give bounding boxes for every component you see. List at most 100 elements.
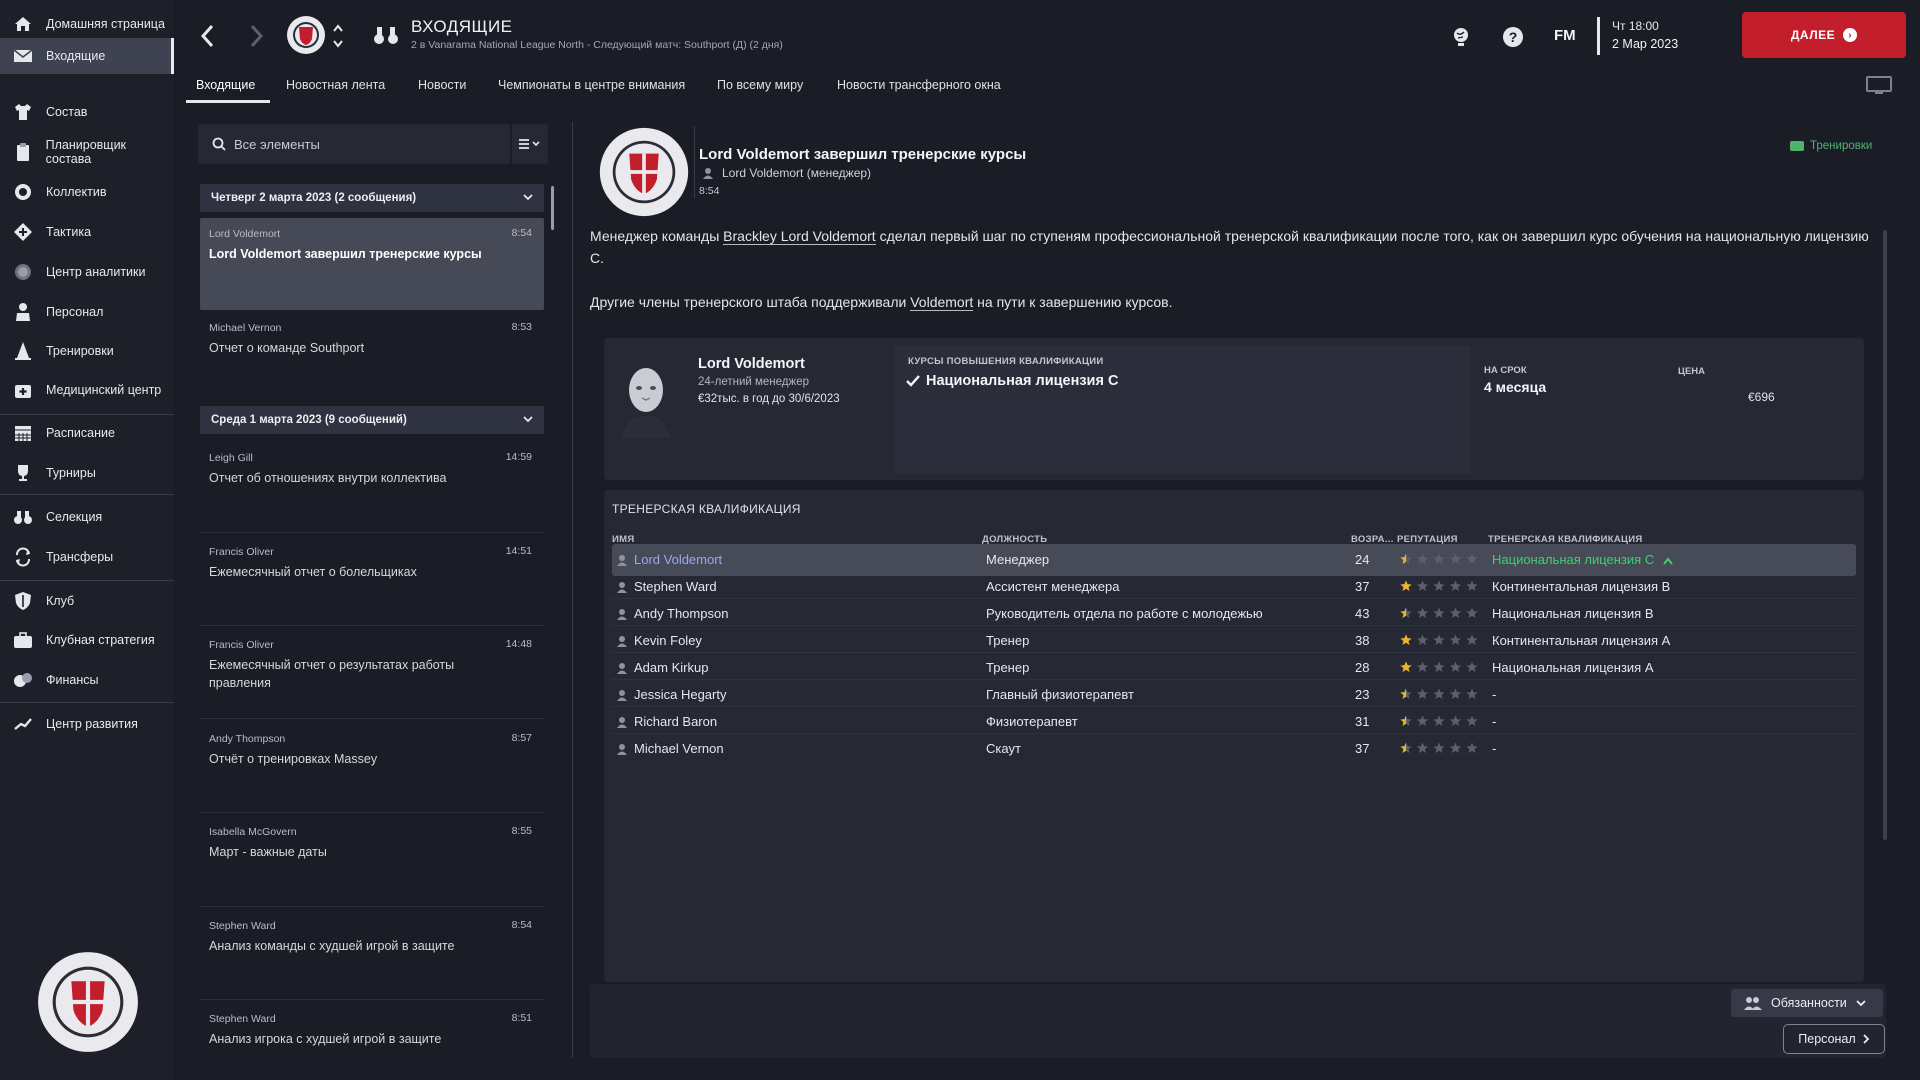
sidebar-item-label: Расписание — [46, 426, 115, 440]
search-box[interactable] — [198, 124, 510, 164]
position-cell: Руководитель отдела по работе с молодежь… — [986, 606, 1263, 621]
message-item[interactable]: Stephen Ward 8:54 Анализ команды с худше… — [200, 910, 544, 984]
message-list-scrollbar[interactable] — [551, 186, 554, 230]
sidebar-item-inbox[interactable]: Входящие — [0, 38, 174, 74]
message-item[interactable]: Isabella McGovern 8:55 Март - важные дат… — [200, 816, 544, 890]
staff-name-cell[interactable]: Adam Kirkup — [634, 660, 708, 675]
back-arrow-icon[interactable] — [198, 22, 218, 50]
detail-scrollbar[interactable] — [1883, 230, 1887, 840]
message-item[interactable]: Francis Oliver 14:51 Ежемесячный отчет о… — [200, 536, 544, 610]
position-cell: Тренер — [986, 633, 1030, 648]
star-icon — [1416, 715, 1429, 726]
sidebar-item-club-vision[interactable]: Клубная стратегия — [0, 622, 174, 658]
tab-inbox[interactable]: Входящие — [196, 78, 255, 92]
age-cell: 38 — [1355, 633, 1370, 648]
tab-around-world[interactable]: По всему миру — [717, 78, 803, 92]
message-subject: Март - важные даты — [209, 845, 327, 859]
tab-transfer-news[interactable]: Новости трансферного окна — [837, 78, 1001, 92]
training-cone-icon — [0, 341, 46, 361]
star-icon — [1433, 607, 1445, 618]
sidebar-item-training[interactable]: Тренировки — [0, 333, 174, 369]
person-icon — [617, 636, 627, 647]
search-input[interactable] — [234, 136, 484, 152]
qualification-text: - — [1492, 741, 1497, 756]
staff-name-cell[interactable]: Kevin Foley — [634, 633, 702, 648]
table-row[interactable]: Michael Vernon Скаут 37 - — [612, 733, 1856, 765]
sidebar-item-scouting[interactable]: Селекция — [0, 499, 174, 535]
sidebar-item-home[interactable]: Домашняя страница — [0, 6, 174, 42]
list-options-button[interactable] — [512, 124, 548, 164]
trophy-icon — [0, 463, 46, 483]
manager-link[interactable]: Brackley Lord Voldemort — [723, 228, 876, 245]
sidebar-item-medical[interactable]: Медицинский центр — [0, 372, 174, 408]
continue-button[interactable]: ДАЛЕЕ › — [1742, 12, 1906, 58]
message-item[interactable]: Michael Vernon 8:53 Отчет о команде Sout… — [200, 312, 544, 388]
game-time: Чт 18:00 — [1612, 19, 1659, 33]
course-info-box: КУРСЫ ПОВЫШЕНИЯ КВАЛИФИКАЦИИ Национальна… — [894, 346, 1470, 474]
tab-news-feed[interactable]: Новостная лента — [286, 78, 385, 92]
message-item[interactable]: Leigh Gill 14:59 Отчет об отношениях вну… — [200, 442, 544, 516]
sidebar-item-development[interactable]: Центр развития — [0, 706, 174, 742]
age-cell: 28 — [1355, 660, 1370, 675]
staff-name-cell[interactable]: Andy Thompson — [634, 606, 728, 621]
message-item[interactable]: Andy Thompson 8:57 Отчёт о тренировках M… — [200, 723, 544, 797]
star-icon — [1400, 715, 1412, 726]
manager-portrait[interactable] — [618, 360, 674, 438]
world-icon[interactable] — [1450, 26, 1472, 48]
qualification-cell: - — [1492, 687, 1496, 702]
message-item[interactable]: Lord Voldemort 8:54 Lord Voldemort завер… — [200, 218, 544, 310]
manager-link[interactable]: Voldemort — [910, 294, 974, 311]
message-group-header[interactable]: Четверг 2 марта 2023 (2 сообщения) — [200, 184, 544, 212]
tab-news[interactable]: Новости — [418, 78, 466, 92]
help-icon[interactable]: ? — [1502, 26, 1524, 48]
message-time: 8:53 — [511, 321, 532, 333]
staff-name-cell[interactable]: Jessica Hegarty — [634, 687, 726, 702]
header-divider — [1597, 17, 1600, 55]
forward-arrow-icon[interactable] — [246, 22, 266, 50]
star-icon — [1416, 553, 1429, 564]
group-header-label: Среда 1 марта 2023 (9 сообщений) — [211, 414, 407, 426]
staff-name-cell[interactable]: Michael Vernon — [634, 741, 724, 756]
sidebar-item-competitions[interactable]: Турниры — [0, 455, 174, 491]
age-cell: 37 — [1355, 579, 1370, 594]
staff-name[interactable]: Lord Voldemort — [698, 356, 805, 372]
people-icon — [1744, 997, 1762, 1010]
monitor-icon[interactable] — [1866, 76, 1892, 96]
staff-button[interactable]: Персонал — [1783, 1024, 1885, 1054]
message-item[interactable]: Stephen Ward 8:51 Анализ игрока с худшей… — [200, 1003, 544, 1077]
sidebar-item-dynamics[interactable]: Коллектив — [0, 174, 174, 210]
sidebar-item-finances[interactable]: Финансы — [0, 662, 174, 698]
message-author[interactable]: Lord Voldemort (менеджер) — [722, 166, 871, 180]
tab-leagues-spotlight[interactable]: Чемпионаты в центре внимания — [498, 78, 685, 92]
sidebar-item-label: Планировщик состава — [45, 138, 127, 166]
qualifications-title: ТРЕНЕРСКАЯ КВАЛИФИКАЦИЯ — [612, 502, 801, 516]
duties-button[interactable]: Обязанности — [1731, 989, 1883, 1017]
club-switch-chevrons-icon[interactable] — [332, 22, 344, 50]
sidebar-item-squad-planner[interactable]: Планировщик состава — [0, 134, 174, 170]
staff-name-cell[interactable]: Lord Voldemort — [634, 552, 722, 567]
nav-divider — [0, 702, 174, 703]
sidebar-item-analytics[interactable]: Центр аналитики — [0, 254, 174, 290]
message-subject: Анализ команды с худшей игрой в защите — [209, 939, 455, 953]
club-crest-icon[interactable] — [286, 15, 326, 55]
fm-logo[interactable]: FM — [1554, 27, 1576, 44]
sidebar-item-club[interactable]: Клуб — [0, 583, 174, 619]
category-tag[interactable]: Тренировки — [1790, 140, 1872, 152]
message-item[interactable]: Francis Oliver 14:48 Ежемесячный отчет о… — [200, 629, 544, 713]
svg-text:?: ? — [1509, 29, 1518, 45]
staff-name-cell[interactable]: Stephen Ward — [634, 579, 717, 594]
age-cell: 37 — [1355, 741, 1370, 756]
position-cell: Главный физиотерапевт — [986, 687, 1134, 702]
nav-divider — [0, 580, 174, 581]
sidebar-item-squad[interactable]: Состав — [0, 94, 174, 130]
sidebar-item-transfers[interactable]: Трансферы — [0, 539, 174, 575]
next-match-info: 2 в Vanarama National League North - Сле… — [411, 39, 783, 51]
sidebar-item-label: Коллектив — [46, 185, 107, 199]
sidebar-item-tactics[interactable]: Тактика — [0, 214, 174, 250]
message-group-header[interactable]: Среда 1 марта 2023 (9 сообщений) — [200, 406, 544, 434]
sidebar-item-staff[interactable]: Персонал — [0, 294, 174, 330]
analytics-icon — [0, 262, 46, 282]
age-cell: 31 — [1355, 714, 1370, 729]
staff-name-cell[interactable]: Richard Baron — [634, 714, 717, 729]
sidebar-item-schedule[interactable]: Расписание — [0, 415, 174, 451]
